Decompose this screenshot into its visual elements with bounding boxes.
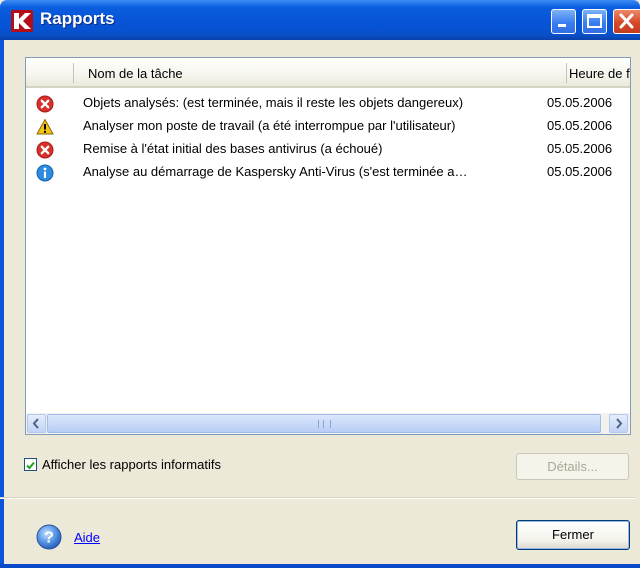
- close-button[interactable]: Fermer: [516, 520, 630, 550]
- details-button[interactable]: Détails...: [516, 453, 629, 480]
- table-row[interactable]: Analyser mon poste de travail (a été int…: [26, 115, 630, 138]
- svg-text:?: ?: [44, 530, 54, 547]
- scroll-thumb[interactable]: [47, 414, 601, 433]
- info-icon: [36, 164, 54, 182]
- task-name: Remise à l'état initial des bases antivi…: [83, 141, 383, 156]
- task-end-time: 05.05.2006: [547, 164, 613, 179]
- kaspersky-k-icon: [11, 10, 33, 32]
- task-name: Analyse au démarrage de Kaspersky Anti-V…: [83, 164, 468, 179]
- table-row[interactable]: Analyse au démarrage de Kaspersky Anti-V…: [26, 161, 630, 184]
- show-info-reports-checkbox[interactable]: [24, 458, 37, 471]
- column-divider[interactable]: [566, 63, 567, 83]
- warning-icon: [36, 119, 54, 135]
- checkmark-icon: [26, 461, 35, 470]
- error-icon: [36, 141, 54, 159]
- divider: [0, 497, 636, 499]
- task-name: Objets analysés: (est terminée, mais il …: [83, 95, 464, 110]
- scroll-right-button[interactable]: [609, 414, 628, 433]
- help-icon[interactable]: ?: [36, 524, 62, 550]
- maximize-button[interactable]: [582, 9, 607, 34]
- close-window-button[interactable]: [613, 9, 640, 34]
- scroll-left-button[interactable]: [27, 414, 46, 433]
- list-header: Nom de la tâche Heure de fi: [26, 58, 630, 88]
- task-end-time: 05.05.2006: [547, 118, 613, 133]
- horizontal-scrollbar[interactable]: [26, 413, 630, 434]
- minimize-icon: [558, 24, 566, 27]
- scroll-grip: [318, 420, 331, 428]
- title-bar[interactable]: Rapports: [0, 0, 640, 40]
- column-header-end-time[interactable]: Heure de fi: [569, 66, 630, 81]
- reports-window: Rapports Nom de la tâche Heure de fi Obj…: [0, 0, 640, 568]
- show-info-reports-label[interactable]: Afficher les rapports informatifs: [42, 457, 221, 472]
- column-divider[interactable]: [73, 63, 74, 83]
- task-end-time: 05.05.2006: [547, 95, 613, 110]
- table-row[interactable]: Objets analysés: (est terminée, mais il …: [26, 92, 630, 115]
- maximize-icon: [587, 14, 602, 28]
- chevron-left-icon: [32, 418, 39, 429]
- column-header-task-name[interactable]: Nom de la tâche: [88, 66, 183, 81]
- error-icon: [36, 95, 54, 113]
- help-link[interactable]: Aide: [74, 530, 100, 545]
- close-icon: [619, 13, 634, 29]
- table-row[interactable]: Remise à l'état initial des bases antivi…: [26, 138, 630, 161]
- chevron-right-icon: [616, 418, 623, 429]
- task-end-time: 05.05.2006: [547, 141, 613, 156]
- window-frame-bottom: [0, 564, 640, 568]
- reports-list[interactable]: Nom de la tâche Heure de fi Objets analy…: [25, 57, 631, 435]
- task-name: Analyser mon poste de travail (a été int…: [83, 118, 456, 133]
- window-title: Rapports: [40, 9, 115, 28]
- minimize-button[interactable]: [551, 9, 576, 34]
- window-frame-left: [0, 40, 4, 568]
